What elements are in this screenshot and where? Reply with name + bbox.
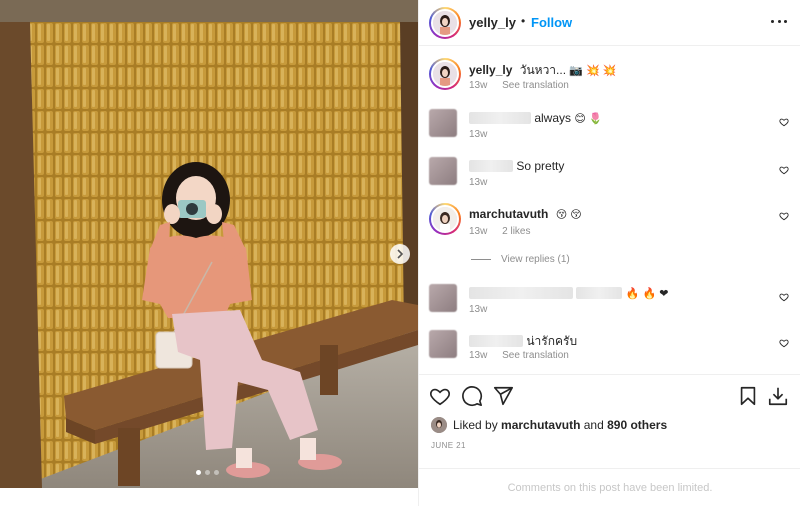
post-date[interactable]: JUNE 21 <box>431 441 466 450</box>
carousel-dot-active <box>196 470 201 475</box>
comment-line: 🔥 🔥 ❤ <box>469 286 668 300</box>
comment-time[interactable]: 13w <box>469 304 487 315</box>
comments-panel: yelly_ly • Follow yelly_ly วันหวา... 📷 💥… <box>418 0 800 506</box>
liked-and: and <box>583 418 604 432</box>
likes-others[interactable]: 890 others <box>607 418 667 432</box>
share-icon[interactable] <box>492 385 514 407</box>
redacted-username <box>469 112 531 124</box>
comment-meta: 13w See translation <box>469 350 581 361</box>
commenter-avatar[interactable] <box>429 157 457 185</box>
comment-meta: 13w <box>469 177 499 188</box>
commenter-avatar[interactable] <box>429 109 457 137</box>
comment-text: น่ารักครับ <box>526 334 578 348</box>
avatar-image <box>433 207 457 231</box>
post-image <box>0 0 418 488</box>
comment-icon[interactable] <box>461 385 483 407</box>
comment-likes[interactable]: 2 likes <box>502 226 530 237</box>
view-replies-label: View replies (1) <box>501 254 570 265</box>
follow-button[interactable]: Follow <box>531 15 572 30</box>
author-avatar[interactable] <box>429 7 461 39</box>
view-replies-button[interactable]: View replies (1) <box>471 254 570 265</box>
likes-summary: Liked by marchutavuth and 890 others <box>431 417 667 433</box>
redacted-username <box>469 287 573 299</box>
redacted-text <box>576 287 623 299</box>
caption-avatar[interactable] <box>429 58 461 90</box>
comment-emojis: 🔥 🔥 ❤ <box>625 288 669 300</box>
comment-username[interactable]: marchutavuth <box>469 207 548 221</box>
bookmark-icon[interactable] <box>737 385 759 407</box>
comment-line: น่ารักครับ <box>469 332 577 351</box>
action-bar <box>419 374 800 414</box>
see-translation-link[interactable]: See translation <box>502 80 569 91</box>
redacted-username <box>469 335 523 347</box>
chevron-right-icon <box>397 249 404 259</box>
avatar-image <box>433 62 457 86</box>
caption-username[interactable]: yelly_ly <box>469 63 512 77</box>
liker-username[interactable]: marchutavuth <box>501 418 580 432</box>
commenter-avatar[interactable] <box>429 203 461 235</box>
comment-time[interactable]: 13w <box>469 129 487 140</box>
header-separator: • <box>521 14 526 28</box>
caption-line: yelly_ly วันหวา... 📷 💥 💥 <box>469 61 617 80</box>
comment-meta: 13w 2 likes <box>469 226 543 237</box>
download-icon[interactable] <box>767 385 789 407</box>
carousel-dot <box>205 470 210 475</box>
heart-icon[interactable] <box>779 165 789 175</box>
caption-emojis: 📷 💥 💥 <box>569 65 617 77</box>
comment-meta: 13w <box>469 304 499 315</box>
heart-icon[interactable] <box>779 292 789 302</box>
redacted-username <box>469 160 513 172</box>
see-translation-link[interactable]: See translation <box>502 350 569 361</box>
heart-icon[interactable] <box>779 211 789 221</box>
commenter-avatar[interactable] <box>429 284 457 312</box>
carousel-dots <box>196 470 219 475</box>
comments-limited-notice: Comments on this post have been limited. <box>419 468 800 506</box>
liked-by-prefix: Liked by <box>453 418 498 432</box>
comment-line: So pretty <box>469 159 564 173</box>
avatar-image <box>433 11 457 35</box>
avatar-image <box>431 417 447 433</box>
author-username[interactable]: yelly_ly <box>469 15 516 30</box>
caption-time[interactable]: 13w <box>469 80 487 91</box>
caption-text: วันหวา... <box>519 63 567 77</box>
commenter-avatar[interactable] <box>429 330 457 358</box>
comment-line: marchutavuth 😚 😚 <box>469 207 582 221</box>
replies-dash <box>471 259 491 260</box>
photo-bottom-bar <box>0 488 418 506</box>
comment-text: always <box>534 111 572 125</box>
comment-line: always 😊 🌷 <box>469 111 603 125</box>
heart-icon[interactable] <box>779 338 789 348</box>
heart-icon[interactable] <box>429 385 451 407</box>
comment-meta: 13w <box>469 129 499 140</box>
post-photo[interactable] <box>0 0 418 488</box>
comment-time[interactable]: 13w <box>469 226 487 237</box>
liker-avatar[interactable] <box>431 417 447 433</box>
more-options-icon[interactable] <box>771 20 787 26</box>
post-header: yelly_ly • Follow <box>419 0 800 46</box>
comment-time[interactable]: 13w <box>469 177 487 188</box>
carousel-dot <box>214 470 219 475</box>
comment-emojis: 😊 🌷 <box>574 113 603 125</box>
next-photo-button[interactable] <box>390 244 410 264</box>
comment-time[interactable]: 13w <box>469 350 487 361</box>
comment-text: So pretty <box>516 159 565 173</box>
caption-meta: 13w See translation <box>469 80 581 91</box>
heart-icon[interactable] <box>779 117 789 127</box>
comment-emojis: 😚 😚 <box>555 209 582 221</box>
